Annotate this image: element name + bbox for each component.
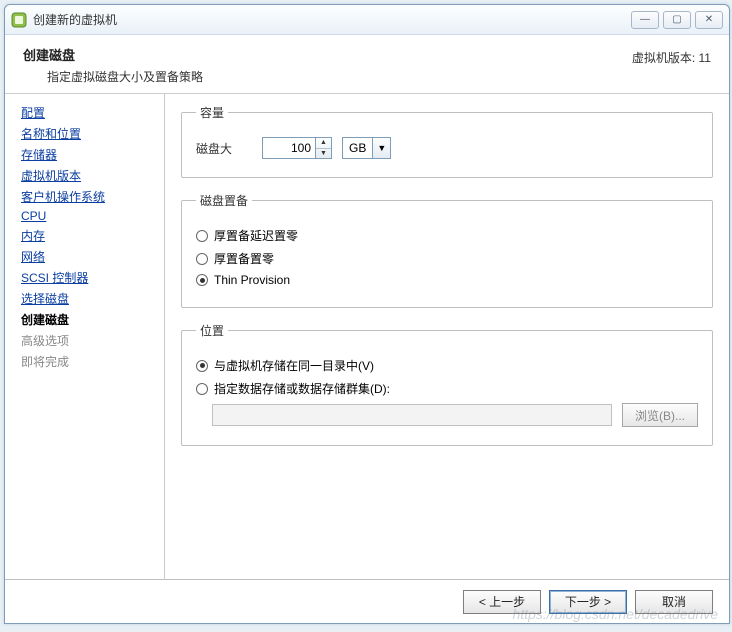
radio-label: Thin Provision <box>214 273 290 287</box>
window-controls: — ▢ ✕ <box>631 11 723 29</box>
step-memory[interactable]: 内存 <box>21 227 160 244</box>
radio-label: 与虚拟机存储在同一目录中(V) <box>214 357 374 374</box>
radio-label: 指定数据存储或数据存储群集(D): <box>214 380 390 397</box>
radio-icon <box>196 360 208 372</box>
radio-icon <box>196 253 208 265</box>
step-ready-complete: 即将完成 <box>21 353 160 370</box>
provisioning-fieldset: 磁盘置备 厚置备延迟置零 厚置备置零 Thin Provision <box>181 192 713 308</box>
disk-size-spinner[interactable]: ▲ ▼ <box>316 137 332 159</box>
wizard-footer: < 上一步 下一步 > 取消 <box>5 579 729 623</box>
step-vm-version[interactable]: 虚拟机版本 <box>21 167 160 184</box>
window-title: 创建新的虚拟机 <box>33 11 631 28</box>
radio-label: 厚置备延迟置零 <box>214 227 298 244</box>
titlebar: 创建新的虚拟机 — ▢ ✕ <box>5 5 729 35</box>
cancel-button[interactable]: 取消 <box>635 590 713 614</box>
radio-thin-provision[interactable]: Thin Provision <box>196 273 698 287</box>
disk-size-unit-value: GB <box>343 141 372 155</box>
browse-button: 浏览(B)... <box>622 403 698 427</box>
capacity-fieldset: 容量 磁盘大 ▲ ▼ GB ▼ <box>181 104 713 178</box>
location-legend: 位置 <box>196 322 228 339</box>
maximize-button[interactable]: ▢ <box>663 11 691 29</box>
radio-label: 厚置备置零 <box>214 250 274 267</box>
wizard-body: 配置 名称和位置 存储器 虚拟机版本 客户机操作系统 CPU 内存 网络 SCS… <box>5 94 729 579</box>
disk-size-label: 磁盘大 <box>196 140 252 157</box>
step-network[interactable]: 网络 <box>21 248 160 265</box>
page-title: 创建磁盘 <box>23 45 711 64</box>
radio-thick-eager[interactable]: 厚置备置零 <box>196 250 698 267</box>
page-subtitle: 指定虚拟磁盘大小及置备策略 <box>47 68 711 85</box>
wizard-steps-sidebar: 配置 名称和位置 存储器 虚拟机版本 客户机操作系统 CPU 内存 网络 SCS… <box>5 94 165 579</box>
step-name-location[interactable]: 名称和位置 <box>21 125 160 142</box>
app-icon <box>11 12 27 28</box>
dialog-window: 创建新的虚拟机 — ▢ ✕ 创建磁盘 指定虚拟磁盘大小及置备策略 虚拟机版本: … <box>4 4 730 624</box>
step-cpu[interactable]: CPU <box>21 209 160 223</box>
disk-size-unit-select[interactable]: GB ▼ <box>342 137 391 159</box>
radio-same-directory[interactable]: 与虚拟机存储在同一目录中(V) <box>196 357 698 374</box>
step-guest-os[interactable]: 客户机操作系统 <box>21 188 160 205</box>
capacity-legend: 容量 <box>196 104 228 121</box>
radio-thick-lazy[interactable]: 厚置备延迟置零 <box>196 227 698 244</box>
step-configuration[interactable]: 配置 <box>21 104 160 121</box>
next-button[interactable]: 下一步 > <box>549 590 627 614</box>
wizard-header: 创建磁盘 指定虚拟磁盘大小及置备策略 虚拟机版本: 11 <box>5 35 729 94</box>
step-advanced-options: 高级选项 <box>21 332 160 349</box>
location-fieldset: 位置 与虚拟机存储在同一目录中(V) 指定数据存储或数据存储群集(D): 浏览(… <box>181 322 713 446</box>
spinner-down-icon[interactable]: ▼ <box>316 149 331 159</box>
step-select-disk[interactable]: 选择磁盘 <box>21 290 160 307</box>
radio-icon <box>196 274 208 286</box>
step-scsi-controller[interactable]: SCSI 控制器 <box>21 269 160 286</box>
radio-icon <box>196 383 208 395</box>
chevron-down-icon: ▼ <box>372 138 390 158</box>
minimize-button[interactable]: — <box>631 11 659 29</box>
provisioning-legend: 磁盘置备 <box>196 192 252 209</box>
radio-specify-datastore[interactable]: 指定数据存储或数据存储群集(D): <box>196 380 698 397</box>
spinner-up-icon[interactable]: ▲ <box>316 138 331 149</box>
wizard-content: 容量 磁盘大 ▲ ▼ GB ▼ <box>165 94 729 579</box>
radio-icon <box>196 230 208 242</box>
step-storage[interactable]: 存储器 <box>21 146 160 163</box>
step-create-disk: 创建磁盘 <box>21 311 160 328</box>
disk-size-input[interactable] <box>262 137 316 159</box>
vm-version-label: 虚拟机版本: 11 <box>632 49 711 66</box>
close-button[interactable]: ✕ <box>695 11 723 29</box>
back-button[interactable]: < 上一步 <box>463 590 541 614</box>
datastore-path-input <box>212 404 612 426</box>
